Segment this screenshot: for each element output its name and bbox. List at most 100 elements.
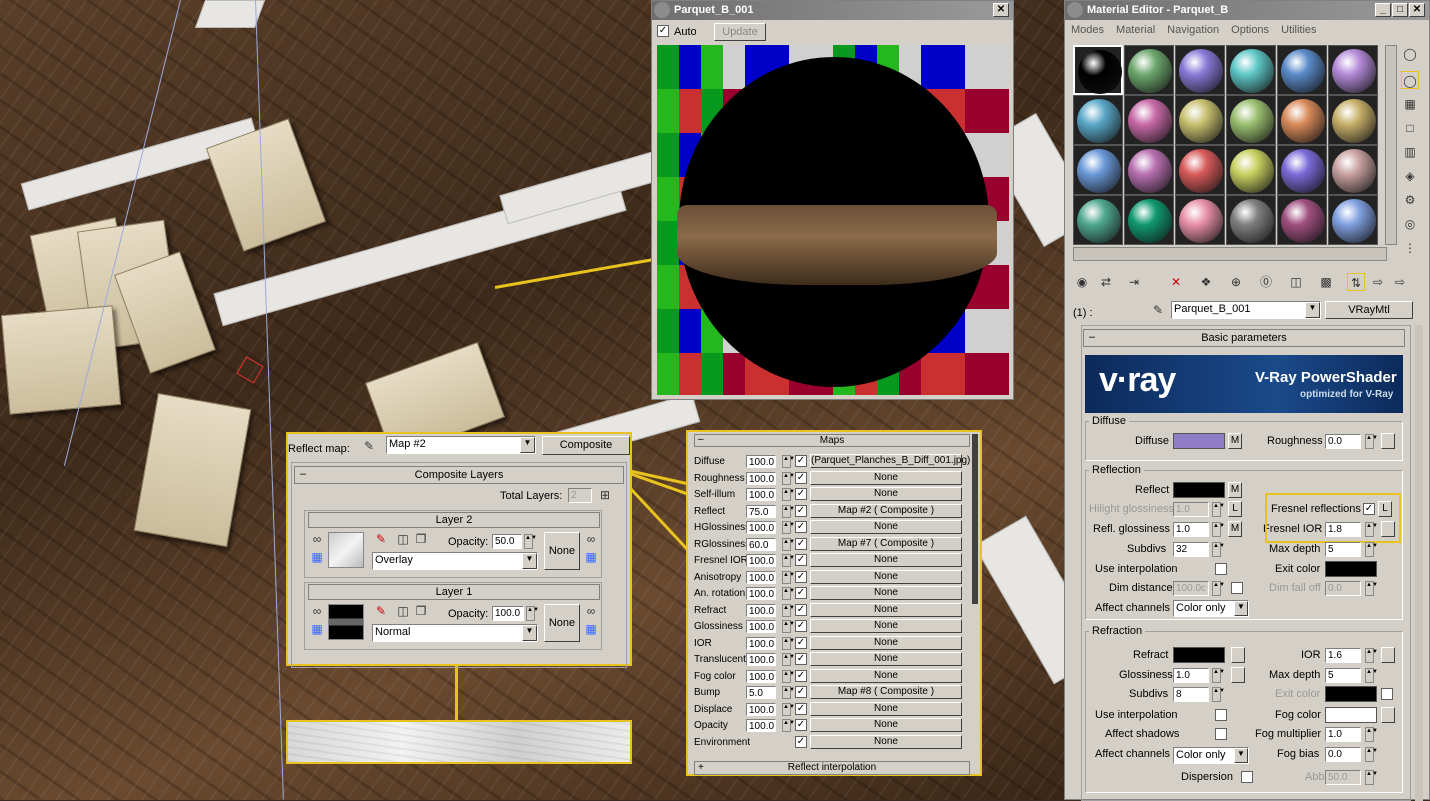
- map-name-field[interactable]: Map #2: [386, 436, 536, 454]
- map-amount-field[interactable]: 100.0: [746, 669, 776, 683]
- menu-item-modes[interactable]: Modes: [1071, 24, 1104, 36]
- maps-rollout[interactable]: Maps: [694, 434, 970, 447]
- close-button[interactable]: ✕: [993, 3, 1009, 17]
- refr-exit-color-checkbox[interactable]: [1381, 688, 1393, 700]
- go-sibling-icon[interactable]: ⇨: [1391, 273, 1409, 291]
- refl-glossiness-map-button[interactable]: M: [1228, 521, 1242, 537]
- auto-checkbox[interactable]: ✓: [657, 25, 669, 37]
- map-amount-spinner[interactable]: ▲▼: [782, 537, 795, 551]
- map-amount-field[interactable]: 100.0: [746, 636, 776, 650]
- map-enable-checkbox[interactable]: ✓: [795, 735, 807, 748]
- vertical-scrollbar[interactable]: [1385, 45, 1397, 245]
- refr-max-depth-field[interactable]: 5: [1325, 668, 1361, 683]
- layer2-mask-button[interactable]: None: [544, 532, 580, 570]
- map-amount-field[interactable]: 100.0: [746, 653, 776, 666]
- reflect-map-button[interactable]: M: [1228, 482, 1242, 498]
- map-enable-checkbox[interactable]: ✓: [795, 570, 807, 583]
- refr-interpolation-checkbox[interactable]: [1215, 709, 1227, 721]
- map-amount-field[interactable]: 100.0: [746, 455, 776, 468]
- map-slot-button[interactable]: Map #2 ( Composite ): [810, 503, 962, 518]
- refr-max-depth-spinner[interactable]: ▲▼: [1365, 668, 1378, 683]
- duplicate-icon[interactable]: ❐: [412, 602, 430, 620]
- map-enable-checkbox[interactable]: ✓: [795, 686, 807, 698]
- sample-slot[interactable]: [1328, 195, 1378, 245]
- map-enable-checkbox[interactable]: ✓: [795, 669, 807, 682]
- map-amount-spinner[interactable]: ▲▼: [782, 686, 795, 699]
- refract-color-swatch[interactable]: [1173, 647, 1225, 663]
- map-slot-button[interactable]: None: [810, 701, 962, 716]
- refr-subdivs-spinner[interactable]: ▲▼: [1212, 687, 1225, 702]
- map-amount-spinner[interactable]: ▲▼: [782, 620, 795, 633]
- mask-icon[interactable]: ▦: [308, 620, 326, 638]
- maps-scrollbar[interactable]: [972, 434, 978, 604]
- sample-slot[interactable]: [1175, 145, 1225, 195]
- material-name-field[interactable]: Parquet_B_001: [1171, 301, 1321, 319]
- map-slot-button[interactable]: None: [810, 668, 962, 683]
- basic-parameters-rollout[interactable]: Basic parameters: [1083, 329, 1405, 347]
- dim-distance-checkbox[interactable]: [1231, 582, 1243, 594]
- eyedropper-icon[interactable]: ✎: [360, 437, 378, 455]
- map-amount-spinner[interactable]: ▲▼: [782, 570, 795, 584]
- sample-slot[interactable]: [1226, 195, 1276, 245]
- sample-slot[interactable]: [1226, 145, 1276, 195]
- sample-slot[interactable]: [1073, 145, 1123, 195]
- chevron-down-icon[interactable]: ▼: [1234, 601, 1248, 616]
- map-slot-button[interactable]: None: [810, 520, 962, 534]
- roughness-spinner[interactable]: ▲▼: [1365, 434, 1378, 449]
- layer1-blend-select[interactable]: Normal: [372, 624, 538, 642]
- backlight-icon[interactable]: ◯: [1401, 71, 1419, 89]
- sample-slot[interactable]: [1073, 195, 1123, 245]
- map-amount-spinner[interactable]: ▲▼: [782, 603, 795, 617]
- get-material-icon[interactable]: ◉: [1073, 273, 1091, 291]
- sample-slot[interactable]: [1124, 195, 1174, 245]
- rename-icon[interactable]: ◫: [394, 530, 412, 548]
- max-depth-field[interactable]: 5: [1325, 542, 1361, 557]
- abbe-field[interactable]: 50.0: [1325, 770, 1361, 785]
- mask-icon[interactable]: ▦: [308, 548, 326, 566]
- fog-multiplier-field[interactable]: 1.0: [1325, 727, 1361, 742]
- options-icon[interactable]: ⚙: [1401, 191, 1419, 209]
- delete-layer-icon[interactable]: ✎: [372, 530, 390, 548]
- make-preview-icon[interactable]: ◈: [1401, 167, 1419, 185]
- use-interpolation-checkbox[interactable]: [1215, 563, 1227, 575]
- roughness-map-button[interactable]: [1381, 433, 1395, 449]
- map-amount-field[interactable]: 100.0: [746, 620, 776, 633]
- chevron-down-icon[interactable]: ▼: [1234, 748, 1248, 763]
- sample-slot[interactable]: [1226, 45, 1276, 95]
- map-amount-spinner[interactable]: ▲▼: [782, 521, 795, 534]
- hilight-spinner[interactable]: ▲▼: [1212, 502, 1225, 517]
- ior-field[interactable]: 1.6: [1325, 648, 1361, 663]
- go-to-parent-icon[interactable]: ⇅: [1347, 273, 1365, 291]
- select-by-material-icon[interactable]: ◎: [1401, 215, 1419, 233]
- refr-exit-color-swatch[interactable]: [1325, 686, 1377, 702]
- map-slot-button[interactable]: None: [810, 487, 962, 501]
- sample-slot[interactable]: [1328, 45, 1378, 95]
- map-amount-spinner[interactable]: ▲▼: [782, 587, 795, 600]
- map-enable-checkbox[interactable]: ✓: [795, 636, 807, 649]
- map-slot-button[interactable]: None: [810, 635, 962, 650]
- subdivs-field[interactable]: 32: [1173, 542, 1209, 557]
- chevron-down-icon[interactable]: ▼: [1305, 302, 1320, 318]
- dim-distance-field[interactable]: 100.0c: [1173, 581, 1209, 596]
- visibility-icon[interactable]: ∞: [308, 530, 326, 548]
- layer2-rollout[interactable]: Layer 2: [308, 512, 600, 528]
- sample-slot[interactable]: [1175, 95, 1225, 145]
- map-slot-button[interactable]: (Parquet_Planches_B_Diff_001.jpg): [810, 454, 970, 468]
- sample-slot[interactable]: [1277, 195, 1327, 245]
- map-slot-button[interactable]: None: [810, 718, 962, 732]
- video-color-icon[interactable]: ▥: [1401, 143, 1419, 161]
- map-amount-spinner[interactable]: ▲▼: [782, 504, 795, 518]
- map-slot-button[interactable]: None: [810, 569, 962, 584]
- ior-map-button[interactable]: [1381, 647, 1395, 663]
- sample-slot[interactable]: [1175, 45, 1225, 95]
- sample-slot[interactable]: [1124, 45, 1174, 95]
- put-library-icon[interactable]: ⊕: [1227, 273, 1245, 291]
- eyedropper-icon[interactable]: ✎: [1149, 301, 1167, 319]
- diffuse-color-swatch[interactable]: [1173, 433, 1225, 449]
- exit-color-swatch[interactable]: [1325, 561, 1377, 577]
- subdivs-spinner[interactable]: ▲▼: [1212, 542, 1225, 557]
- ior-spinner[interactable]: ▲▼: [1365, 648, 1378, 663]
- sample-type-icon[interactable]: ◯: [1401, 45, 1419, 63]
- map-enable-checkbox[interactable]: ✓: [795, 587, 807, 599]
- horizontal-scrollbar[interactable]: [1073, 247, 1387, 261]
